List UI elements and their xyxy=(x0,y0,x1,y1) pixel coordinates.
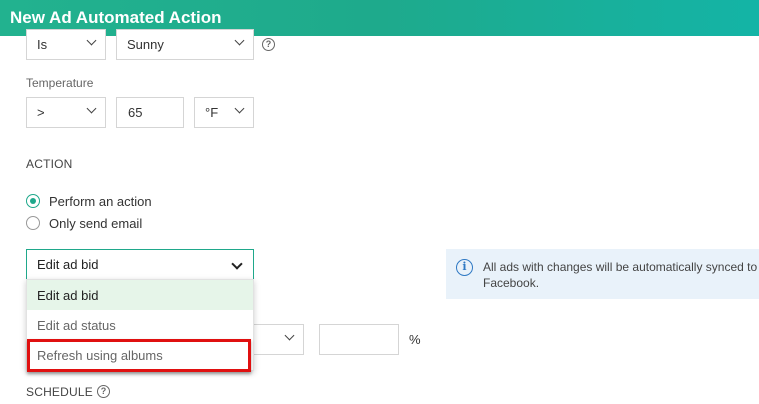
condition-operator-select[interactable]: Is xyxy=(26,29,106,60)
schedule-section-title: SCHEDULE xyxy=(26,385,93,399)
only-send-email-label[interactable]: Only send email xyxy=(49,216,142,231)
menu-item-edit-ad-bid[interactable]: Edit ad bid xyxy=(27,280,253,310)
menu-item-edit-ad-status[interactable]: Edit ad status xyxy=(27,310,253,340)
temperature-operator-value: > xyxy=(37,105,45,120)
only-send-email-radio[interactable] xyxy=(26,216,40,230)
temperature-unit-value: °F xyxy=(205,105,219,120)
weather-value: Sunny xyxy=(127,37,164,52)
temperature-label: Temperature xyxy=(26,76,94,90)
action-section-title: ACTION xyxy=(26,157,73,171)
chevron-down-icon xyxy=(85,38,97,50)
action-type-value: Edit ad bid xyxy=(37,257,99,272)
temperature-value: 65 xyxy=(128,105,143,120)
percent-symbol: % xyxy=(409,332,421,347)
sync-info-text: All ads with changes will be automatical… xyxy=(483,259,759,291)
condition-operator-value: Is xyxy=(37,37,48,52)
help-icon[interactable]: ? xyxy=(97,385,110,398)
chevron-down-icon xyxy=(233,106,245,118)
window-title: New Ad Automated Action xyxy=(0,0,759,36)
chevron-down-icon xyxy=(283,333,295,345)
chevron-down-icon xyxy=(233,258,245,270)
adjust-amount-input[interactable] xyxy=(319,324,399,355)
perform-action-label[interactable]: Perform an action xyxy=(49,194,152,209)
chevron-down-icon xyxy=(85,106,97,118)
sync-info-box: i All ads with changes will be automatic… xyxy=(446,249,759,299)
temperature-value-input[interactable]: 65 xyxy=(116,97,184,128)
chevron-down-icon xyxy=(233,38,245,50)
highlight-box xyxy=(27,339,251,372)
sync-info-line-1: All ads with changes will be automatical… xyxy=(483,260,758,274)
help-icon[interactable]: ? xyxy=(262,38,275,51)
temperature-unit-select[interactable]: °F xyxy=(194,97,254,128)
temperature-operator-select[interactable]: > xyxy=(26,97,106,128)
info-circle-icon: i xyxy=(456,259,473,276)
weather-select[interactable]: Sunny xyxy=(116,29,254,60)
sync-info-line-2: Facebook. xyxy=(483,276,540,290)
perform-action-radio[interactable] xyxy=(26,194,40,208)
action-type-select[interactable]: Edit ad bid xyxy=(26,249,254,280)
